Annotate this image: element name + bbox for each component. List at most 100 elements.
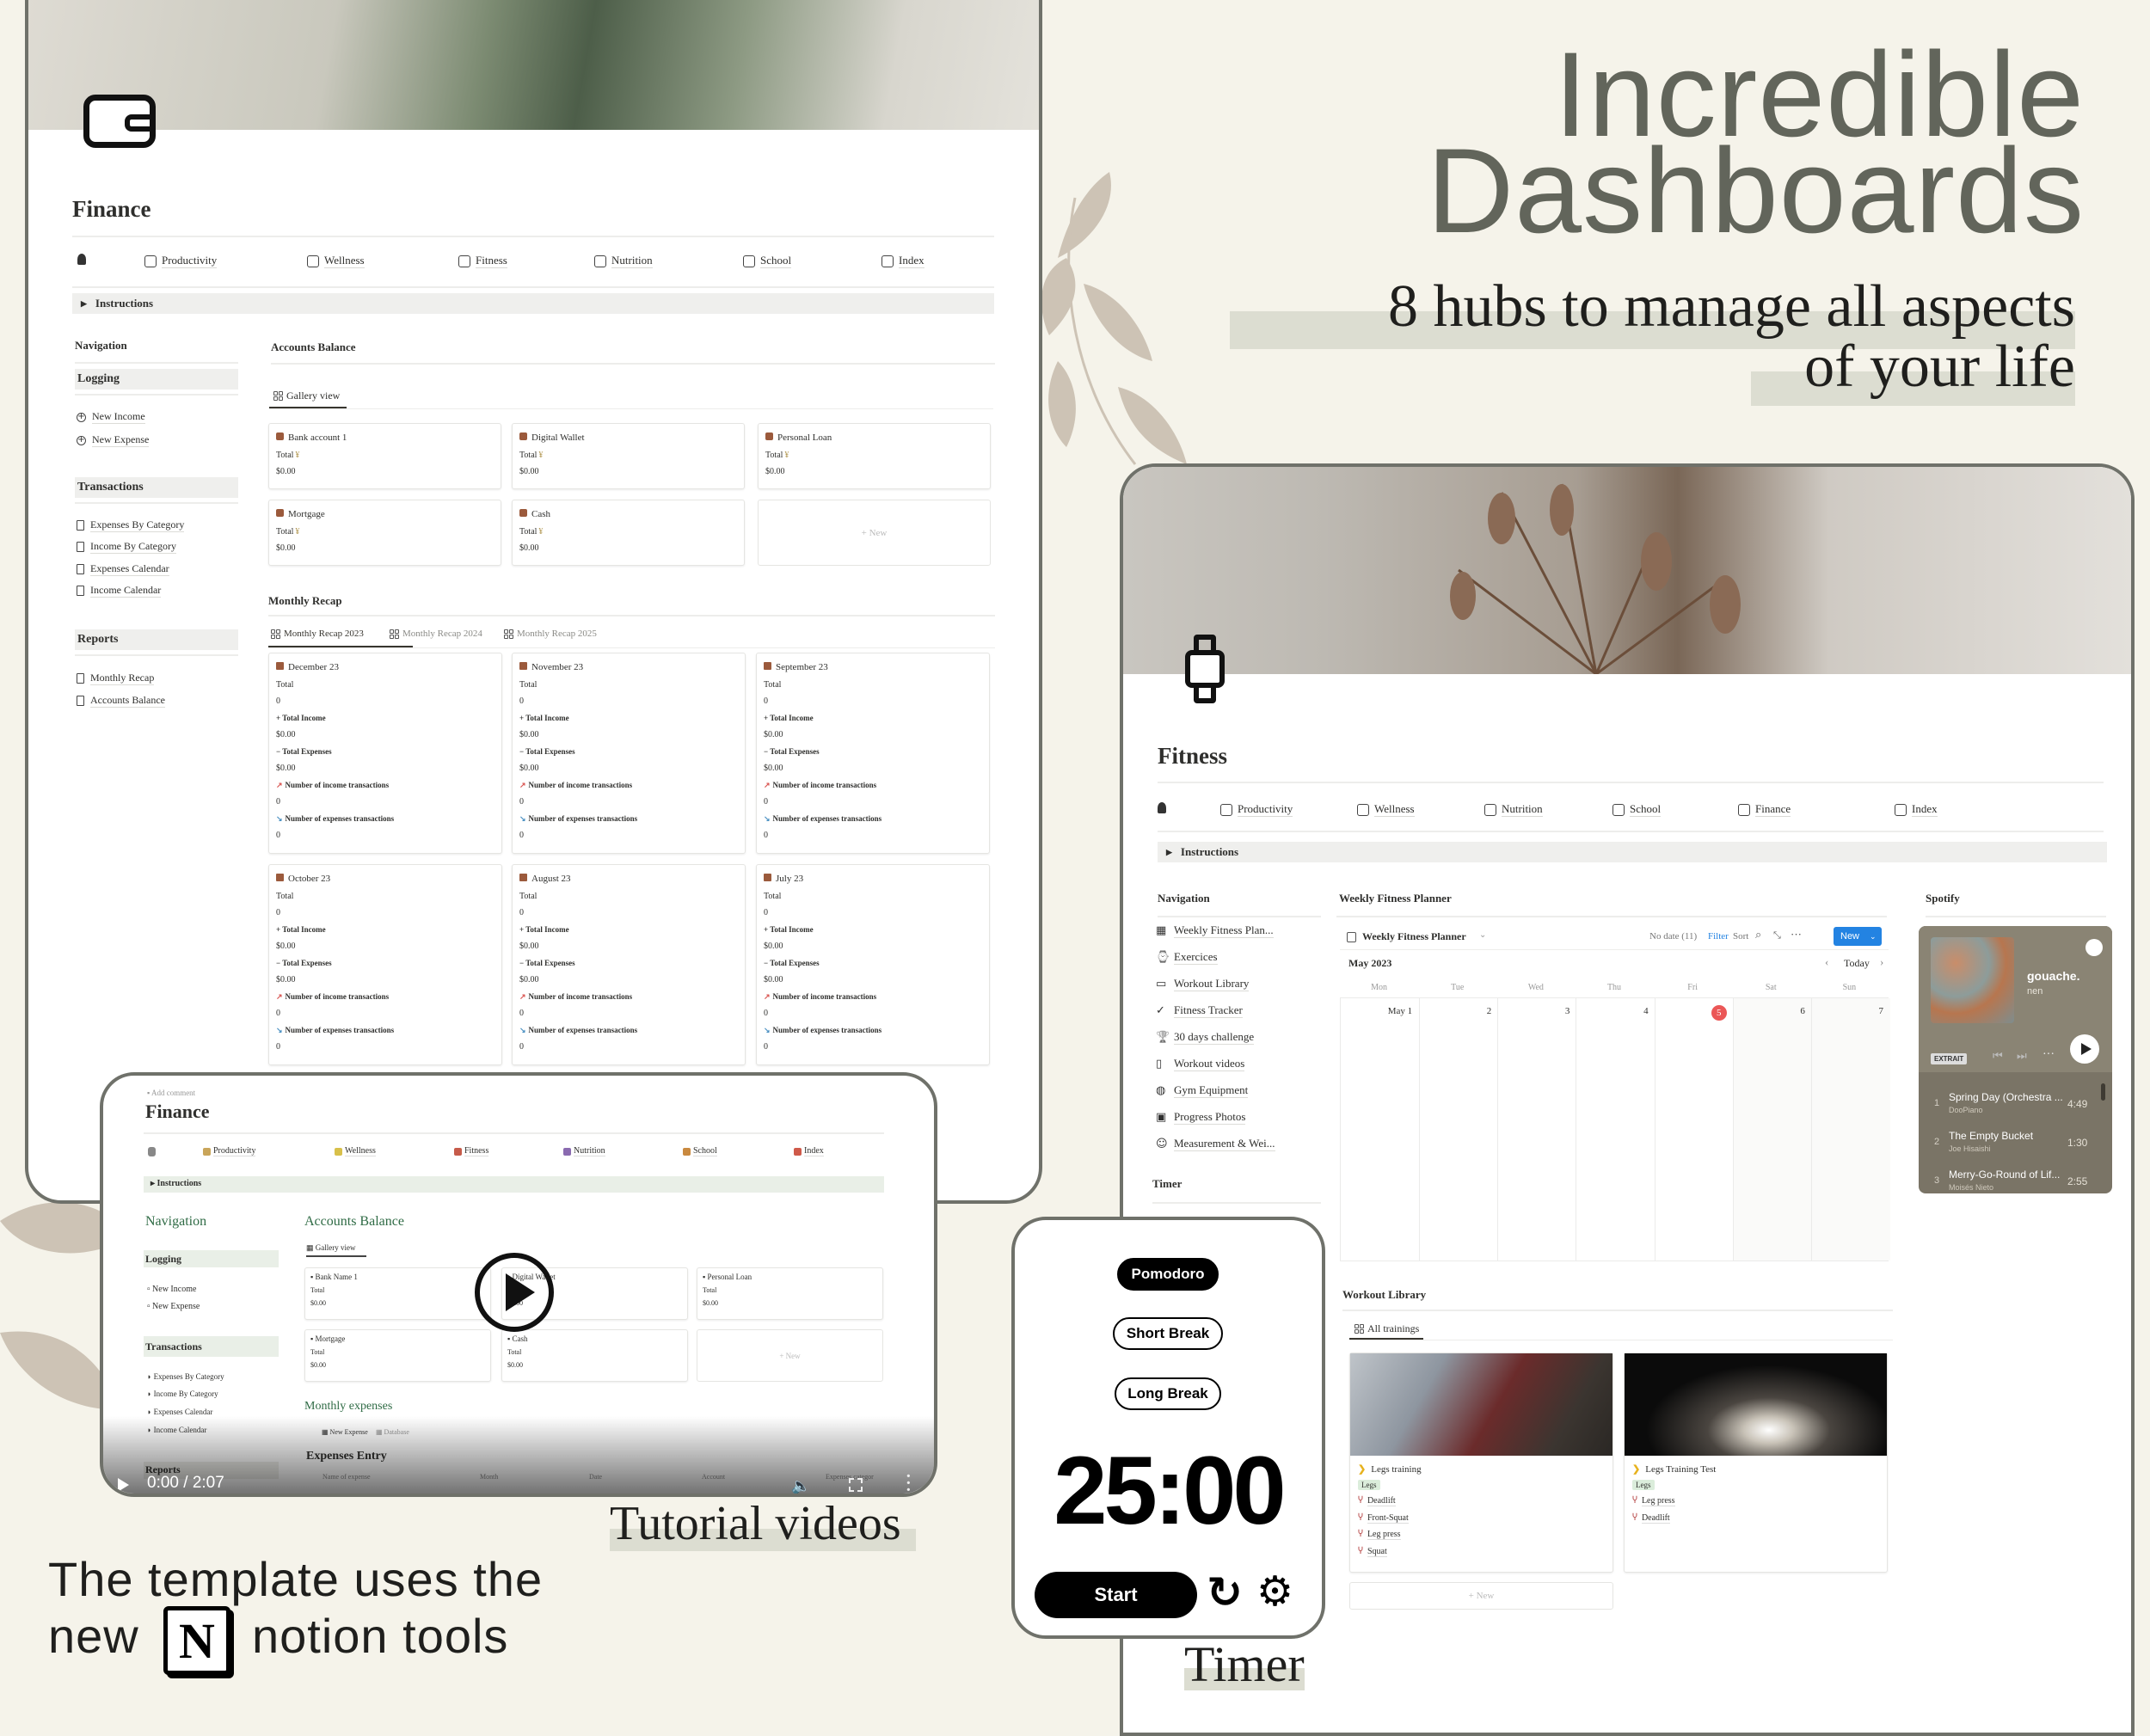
calendar-grid: May 1 2 3 4 5 6 7 xyxy=(1340,997,1890,1261)
calendar-day-cell[interactable]: 5 xyxy=(1654,998,1734,1261)
exercise-link[interactable]: Ⴤ Deadlift xyxy=(1358,1493,1605,1510)
nav-link-wellness[interactable]: Wellness xyxy=(307,254,365,268)
reset-icon[interactable]: ↻ xyxy=(1207,1567,1243,1617)
tab-gallery-view[interactable]: Gallery view xyxy=(273,390,340,402)
account-card[interactable]: Mortgage Total ¥ $0.00 xyxy=(268,500,501,566)
exercise-link[interactable]: Ⴤ Leg press xyxy=(1632,1493,1879,1510)
nav-link-finance[interactable]: Finance xyxy=(1738,802,1791,817)
fullscreen-icon[interactable] xyxy=(849,1478,863,1492)
start-button[interactable]: Start xyxy=(1035,1572,1197,1618)
monthly-recap-card[interactable]: August 23 Total 0 + Total Income $0.00 − Tota… xyxy=(512,864,746,1065)
new-button[interactable]: New ⌄ xyxy=(1834,927,1882,946)
mode-long-break-button[interactable]: Long Break xyxy=(1115,1377,1221,1410)
monthly-recap-card[interactable]: September 23 Total 0 + Total Income $0.00 − T… xyxy=(756,653,990,854)
more-icon[interactable]: ··· xyxy=(2042,1048,2055,1062)
workout-card[interactable]: ❯ Legs training Legs Ⴤ Deadlift Ⴤ Front-Squat Ⴤ… xyxy=(1349,1353,1613,1573)
sort-button[interactable]: Sort xyxy=(1733,931,1748,942)
workout-card[interactable]: ❯ Legs Training Test Legs Ⴤ Leg press Ⴤ Deadli… xyxy=(1624,1353,1888,1573)
today-button[interactable]: Today xyxy=(1844,957,1870,970)
sidebar-item-income-by-category[interactable]: Income By Category xyxy=(77,540,176,554)
sidebar-item-exercices[interactable]: ⌚ Exercices xyxy=(1156,950,1218,965)
track-row[interactable]: 2 The Empty Bucket Joe Hisaishi 1:30 xyxy=(1919,1128,2112,1162)
calendar-day-cell[interactable]: 6 xyxy=(1732,998,1812,1261)
instructions-toggle[interactable]: ▶ Instructions xyxy=(72,293,994,314)
account-card[interactable]: Personal Loan Total ¥ $0.00 xyxy=(758,423,991,489)
sidebar-item-progress-photos[interactable]: ▣ Progress Photos xyxy=(1156,1110,1246,1125)
exercise-link[interactable]: Ⴤ Leg press xyxy=(1358,1526,1605,1543)
video-play-button[interactable] xyxy=(475,1253,554,1332)
nav-link-index[interactable]: Index xyxy=(1895,802,1938,817)
expand-icon[interactable]: ⤡ xyxy=(1773,929,1781,942)
sidebar-item-measurement-wei[interactable]: ☺ Measurement & Wei... xyxy=(1156,1137,1275,1151)
play-icon[interactable] xyxy=(118,1478,129,1492)
sidebar-item-accounts-balance[interactable]: Accounts Balance xyxy=(77,694,165,708)
new-account-button[interactable]: + New xyxy=(758,500,991,566)
index-icon xyxy=(794,1147,802,1156)
mode-short-break-button[interactable]: Short Break xyxy=(1113,1317,1223,1350)
tab-monthly-recap-2025[interactable]: Monthly Recap 2025 xyxy=(504,629,597,639)
monthly-recap-card[interactable]: July 23 Total 0 + Total Income $0.00 − Total … xyxy=(756,864,990,1065)
sidebar-item-workout-library[interactable]: ▭ Workout Library xyxy=(1156,977,1250,991)
sidebar-item-new-expense[interactable]: + New Expense xyxy=(77,433,150,447)
sidebar-item-monthly-recap[interactable]: Monthly Recap xyxy=(77,672,155,685)
more-options-icon[interactable]: ··· xyxy=(1791,928,1802,942)
tab-all-trainings[interactable]: All trainings xyxy=(1354,1322,1419,1335)
exercise-link[interactable]: Ⴤ Squat xyxy=(1358,1543,1605,1561)
more-menu-icon[interactable]: · · · xyxy=(906,1468,912,1494)
sidebar-item-weekly-fitness-plan[interactable]: ▦ Weekly Fitness Plan... xyxy=(1156,923,1274,938)
monthly-recap-card[interactable]: October 23 Total 0 + Total Income $0.00 − Tot… xyxy=(268,864,502,1065)
nav-link-productivity[interactable]: Productivity xyxy=(1220,802,1293,817)
sidebar-item-workout-videos[interactable]: ▯ Workout videos xyxy=(1156,1057,1245,1071)
account-card[interactable]: Digital Wallet Total ¥ $0.00 xyxy=(512,423,745,489)
tab-monthly-recap-2024[interactable]: Monthly Recap 2024 xyxy=(390,629,482,639)
sidebar-item-income-calendar[interactable]: Income Calendar xyxy=(77,584,162,598)
track-row[interactable]: 1 Spring Day (Orchestra ... DooPiano 4:49 xyxy=(1919,1089,2112,1124)
volume-icon[interactable]: 🔈 xyxy=(791,1477,810,1494)
monthly-recap-card[interactable]: December 23 Total 0 + Total Income $0.00 − To… xyxy=(268,653,502,854)
no-date-button[interactable]: No date (11) xyxy=(1649,931,1697,942)
profile-link[interactable] xyxy=(1158,802,1166,813)
instructions-toggle[interactable]: ▶ Instructions xyxy=(1158,842,2107,862)
profile-link[interactable] xyxy=(77,254,86,265)
calendar-day-cell[interactable]: 4 xyxy=(1576,998,1655,1261)
nav-link-nutrition[interactable]: Nutrition xyxy=(594,254,653,268)
mode-pomodoro-button[interactable]: Pomodoro xyxy=(1117,1258,1219,1291)
nav-link-fitness[interactable]: Fitness xyxy=(458,254,507,268)
settings-gear-icon[interactable]: ⚙ xyxy=(1256,1567,1293,1616)
calendar-day-cell[interactable]: May 1 xyxy=(1341,998,1419,1261)
view-selector[interactable]: Weekly Fitness Planner xyxy=(1362,930,1466,943)
sidebar-item-expenses-calendar[interactable]: Expenses Calendar xyxy=(77,562,169,576)
filter-button[interactable]: Filter xyxy=(1708,931,1729,942)
sidebar-item-new-income[interactable]: + New Income xyxy=(77,410,145,424)
nav-link-nutrition[interactable]: Nutrition xyxy=(1484,802,1543,817)
next-track-icon[interactable]: ⏭ xyxy=(2017,1050,2027,1063)
account-card[interactable]: Bank account 1 Total ¥ $0.00 xyxy=(268,423,501,489)
album-art[interactable] xyxy=(1931,937,2014,1023)
exercise-link[interactable]: Ⴤ Deadlift xyxy=(1632,1510,1879,1527)
nav-link-school[interactable]: School xyxy=(1612,802,1662,817)
next-week-button[interactable]: › xyxy=(1880,955,1883,969)
sidebar-item-30-days-challenge[interactable]: 🏆 30 days challenge xyxy=(1156,1030,1255,1045)
tutorial-video-player[interactable]: ▪ Add comment Finance Productivity Wellness… xyxy=(100,1072,937,1497)
previous-track-icon[interactable]: ⏮ xyxy=(1993,1050,2003,1063)
monthly-recap-card[interactable]: November 23 Total 0 + Total Income $0.00 − To… xyxy=(512,653,746,854)
nav-link-wellness[interactable]: Wellness xyxy=(1357,802,1415,817)
sidebar-item-gym-equipment[interactable]: ◍ Gym Equipment xyxy=(1156,1083,1249,1098)
add-comment-button[interactable]: ▪ Add comment xyxy=(147,1089,195,1097)
tab-monthly-recap-2023[interactable]: Monthly Recap 2023 xyxy=(271,629,364,639)
nav-link-school[interactable]: School xyxy=(743,254,792,268)
calendar-day-cell[interactable]: 7 xyxy=(1810,998,1890,1261)
calendar-day-cell[interactable]: 2 xyxy=(1419,998,1498,1261)
search-icon[interactable]: ⌕ xyxy=(1755,929,1761,942)
nav-link-index[interactable]: Index xyxy=(882,254,924,268)
nav-link-productivity[interactable]: Productivity xyxy=(144,254,218,268)
sidebar-item-fitness-tracker[interactable]: ✓ Fitness Tracker xyxy=(1156,1003,1243,1018)
track-row[interactable]: 3 Merry-Go-Round of Lif... Moisés Nieto 2:5… xyxy=(1919,1167,2112,1193)
exercise-link[interactable]: Ⴤ Front-Squat xyxy=(1358,1510,1605,1527)
calendar-day-cell[interactable]: 3 xyxy=(1497,998,1576,1261)
new-workout-button[interactable]: + New xyxy=(1349,1582,1613,1610)
account-card[interactable]: Cash Total ¥ $0.00 xyxy=(512,500,745,566)
prev-week-button[interactable]: ‹ xyxy=(1825,955,1828,969)
sidebar-item-expenses-by-category[interactable]: Expenses By Category xyxy=(77,518,185,532)
play-button[interactable] xyxy=(2070,1034,2099,1064)
